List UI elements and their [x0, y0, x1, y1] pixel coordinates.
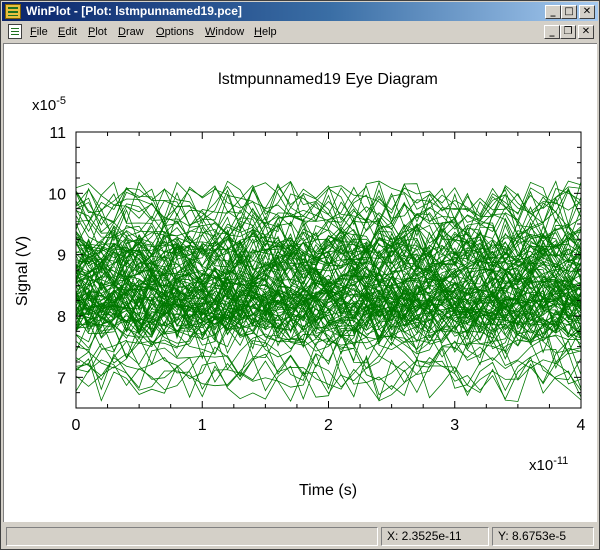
y-tick-label: 10 — [48, 186, 66, 203]
x-axis-label: Time (s) — [299, 482, 357, 499]
title-bar[interactable]: WinPlot - [Plot: lstmpunnamed19.pce] _ □… — [2, 2, 598, 21]
eye-diagram-chart[interactable]: lstmpunnamed19 Eye Diagram x10-5 x10-11 … — [4, 44, 596, 521]
menu-file[interactable]: File — [30, 26, 48, 38]
x-tick-label: 0 — [72, 417, 81, 434]
winplot-app-icon[interactable] — [5, 4, 21, 19]
child-minimize-button[interactable]: _ — [544, 25, 560, 39]
y-tick-label: 9 — [57, 248, 66, 265]
menu-window[interactable]: Window — [205, 26, 244, 38]
y-axis-label: Signal (V) — [14, 236, 31, 306]
y-tick-label: 7 — [57, 370, 66, 387]
menu-bar: File Edit Plot Draw Options Window Help … — [2, 22, 598, 42]
child-restore-button[interactable]: ❐ — [560, 25, 576, 39]
close-button[interactable]: ✕ — [579, 5, 595, 19]
x-multiplier-base: x10 — [529, 457, 553, 474]
x-coordinate-readout: X: 2.3525e-11 — [381, 527, 489, 546]
menu-plot[interactable]: Plot — [88, 26, 107, 38]
status-bar: X: 2.3525e-11 Y: 8.6753e-5 — [2, 523, 598, 549]
menu-help[interactable]: Help — [254, 26, 277, 38]
eye-trace — [75, 354, 582, 399]
chart-title: lstmpunnamed19 Eye Diagram — [218, 71, 438, 88]
menu-edit[interactable]: Edit — [58, 26, 77, 38]
x-tick-label: 3 — [450, 417, 459, 434]
y-multiplier-exponent: -5 — [56, 95, 66, 107]
x-axis-multiplier: x10-11 — [529, 455, 568, 474]
y-axis-multiplier: x10-5 — [32, 95, 66, 114]
x-tick-label: 1 — [198, 417, 207, 434]
minimize-button[interactable]: _ — [545, 5, 561, 19]
document-icon[interactable] — [8, 24, 22, 39]
x-tick-label: 2 — [324, 417, 333, 434]
status-message-pane — [6, 527, 378, 546]
y-coordinate-readout: Y: 8.6753e-5 — [492, 527, 594, 546]
eye-traces — [75, 180, 582, 403]
maximize-button[interactable]: □ — [561, 5, 577, 19]
y-tick-label: 8 — [57, 309, 66, 326]
child-close-button[interactable]: ✕ — [578, 25, 594, 39]
plot-canvas[interactable]: lstmpunnamed19 Eye Diagram x10-5 x10-11 … — [3, 43, 597, 522]
y-multiplier-base: x10 — [32, 97, 56, 114]
app-window: WinPlot - [Plot: lstmpunnamed19.pce] _ □… — [0, 0, 600, 550]
menu-options[interactable]: Options — [156, 26, 194, 38]
x-multiplier-exponent: -11 — [553, 455, 568, 467]
window-title: WinPlot - [Plot: lstmpunnamed19.pce] — [26, 4, 242, 18]
menu-draw[interactable]: Draw — [118, 26, 144, 38]
y-tick-label: 11 — [49, 125, 66, 142]
x-tick-label: 4 — [577, 417, 586, 434]
